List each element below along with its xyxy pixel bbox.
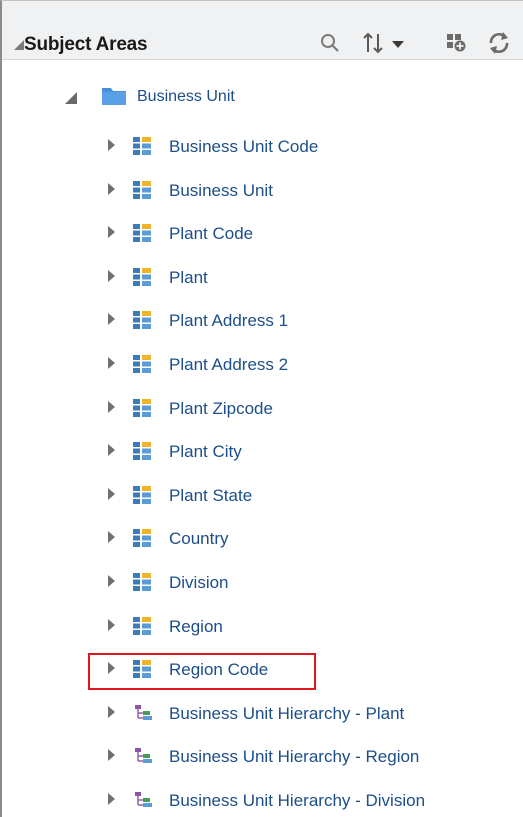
- tree-row[interactable]: Business Unit Hierarchy - Division: [2, 785, 523, 815]
- tree-row-label[interactable]: Plant Zipcode: [169, 399, 273, 419]
- hierarchy-icon: [135, 748, 152, 764]
- tree-row[interactable]: Business Unit: [2, 175, 523, 205]
- expand-triangle-icon[interactable]: [108, 487, 115, 500]
- search-icon[interactable]: [318, 31, 342, 55]
- tree-row-label[interactable]: Plant State: [169, 486, 252, 506]
- tree-row-label[interactable]: Plant Address 2: [169, 355, 288, 375]
- expand-triangle-icon[interactable]: [108, 662, 115, 675]
- expand-triangle-icon[interactable]: [108, 749, 115, 762]
- tree-row[interactable]: Business Unit Hierarchy - Region: [2, 741, 523, 771]
- tree-row[interactable]: Plant Address 2: [2, 349, 523, 379]
- tree-row[interactable]: Plant City: [2, 436, 523, 466]
- add-icon[interactable]: [445, 31, 471, 55]
- column-icon: [133, 616, 151, 635]
- tree-row-label[interactable]: Plant City: [169, 442, 242, 462]
- column-icon: [133, 529, 151, 548]
- tree-row-label[interactable]: Business Unit Hierarchy - Plant: [169, 704, 404, 724]
- expand-triangle-icon[interactable]: [108, 269, 115, 282]
- expand-triangle-icon[interactable]: [108, 182, 115, 195]
- subject-areas-panel: Subject Areas Business Unit Business Uni…: [0, 0, 523, 817]
- tree-row[interactable]: Region: [2, 611, 523, 641]
- column-icon: [133, 137, 151, 155]
- tree-row[interactable]: Business Unit Code: [2, 131, 523, 161]
- expand-triangle-icon[interactable]: [108, 357, 115, 369]
- collapse-panel-icon[interactable]: [14, 40, 24, 50]
- tree-row-label[interactable]: Region: [169, 617, 223, 637]
- refresh-icon[interactable]: [487, 31, 523, 55]
- expand-triangle-icon[interactable]: [108, 400, 115, 413]
- tree-row-label[interactable]: Plant Code: [169, 224, 253, 244]
- column-icon: [133, 660, 151, 679]
- sort-icon[interactable]: [362, 31, 418, 55]
- tree-row-label[interactable]: Plant: [169, 268, 208, 288]
- hierarchy-icon: [135, 704, 152, 720]
- column-icon: [133, 573, 151, 591]
- tree-row[interactable]: Plant Code: [2, 218, 523, 248]
- tree-row[interactable]: Plant Zipcode: [2, 393, 523, 423]
- hierarchy-icon: [135, 792, 152, 807]
- tree-row-label[interactable]: Business Unit Code: [169, 137, 318, 157]
- expand-triangle-icon[interactable]: [108, 226, 115, 239]
- column-icon: [133, 224, 151, 243]
- panel-header: Subject Areas: [2, 1, 523, 60]
- tree-node-business-unit-folder[interactable]: Business Unit: [2, 81, 523, 109]
- expand-triangle-icon[interactable]: [108, 793, 115, 805]
- column-icon: [133, 355, 151, 373]
- tree-row[interactable]: Country: [2, 523, 523, 553]
- expand-triangle-icon[interactable]: [108, 575, 115, 587]
- column-icon: [133, 311, 151, 330]
- column-icon: [133, 180, 151, 199]
- tree-row-label[interactable]: Business Unit Hierarchy - Region: [169, 747, 419, 767]
- expand-triangle-icon[interactable]: [108, 531, 115, 544]
- column-icon: [133, 442, 151, 461]
- tree-row-label[interactable]: Plant Address 1: [169, 311, 288, 331]
- tree-row-label[interactable]: Business Unit: [169, 181, 273, 201]
- expand-triangle-icon[interactable]: [108, 313, 115, 326]
- tree-row[interactable]: Region Code: [2, 654, 523, 684]
- tree-row[interactable]: Plant State: [2, 480, 523, 510]
- tree-row[interactable]: Business Unit Hierarchy - Plant: [2, 698, 523, 728]
- column-icon: [133, 485, 151, 504]
- folder-icon: [102, 88, 126, 105]
- tree-row[interactable]: Division: [2, 567, 523, 597]
- tree-row-label[interactable]: Business Unit Hierarchy - Division: [169, 791, 425, 811]
- expand-triangle-icon[interactable]: [108, 444, 115, 457]
- expanded-triangle-icon[interactable]: [65, 92, 77, 104]
- panel-title: Subject Areas: [24, 34, 148, 55]
- tree-row[interactable]: Plant: [2, 262, 523, 292]
- tree-row[interactable]: Plant Address 1: [2, 305, 523, 335]
- expand-triangle-icon[interactable]: [108, 618, 115, 631]
- tree-node-label: Business Unit: [137, 88, 235, 105]
- expand-triangle-icon[interactable]: [108, 705, 115, 718]
- column-icon: [133, 267, 151, 286]
- column-icon: [133, 398, 151, 417]
- expand-triangle-icon[interactable]: [108, 139, 115, 151]
- tree-row-label[interactable]: Country: [169, 529, 229, 549]
- tree-row-label[interactable]: Division: [169, 573, 229, 593]
- tree-row-label[interactable]: Region Code: [169, 660, 268, 680]
